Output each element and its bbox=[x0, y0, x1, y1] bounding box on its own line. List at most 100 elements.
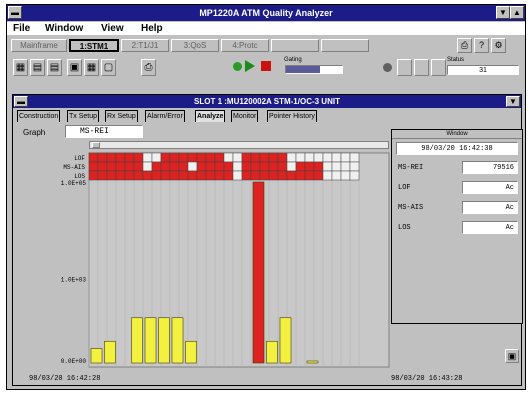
alarm-cell bbox=[115, 152, 126, 163]
alarm-cell bbox=[196, 170, 207, 181]
y-tick-label: 1.0E+05 bbox=[61, 180, 87, 187]
bar-mark bbox=[158, 317, 170, 364]
bar-mark bbox=[185, 340, 197, 364]
alarm-cell bbox=[322, 152, 333, 163]
alarm-cell bbox=[340, 152, 351, 163]
alarm-cell bbox=[178, 161, 189, 172]
menu-view[interactable]: View bbox=[101, 22, 124, 35]
menu-file[interactable]: File bbox=[13, 22, 30, 35]
window-icon[interactable]: ▢ bbox=[101, 59, 116, 76]
grid-icon[interactable]: ▦ bbox=[84, 59, 99, 76]
bar-mark bbox=[144, 317, 157, 364]
alarm-cell bbox=[169, 170, 180, 181]
document-icon[interactable]: ▤ bbox=[47, 59, 62, 76]
table-icon[interactable]: ▦ bbox=[13, 59, 28, 76]
alarm-cell bbox=[232, 161, 243, 172]
bar-mark bbox=[306, 360, 319, 364]
info-label-los: LOS bbox=[398, 224, 411, 232]
alarm-cell bbox=[187, 170, 198, 181]
alarm-cell bbox=[259, 170, 270, 181]
alarm-cell bbox=[349, 152, 360, 163]
menu-bar: File Window View Help bbox=[7, 22, 525, 35]
alarm-cell bbox=[313, 170, 324, 181]
alarm-cell bbox=[313, 152, 324, 163]
list-icon[interactable]: ▤ bbox=[30, 59, 45, 76]
info-value-lof: Ac bbox=[462, 181, 518, 194]
tab-protocol[interactable]: 4:Protc bbox=[221, 39, 269, 52]
start-icon[interactable] bbox=[245, 60, 255, 72]
alarm-cell bbox=[304, 170, 315, 181]
alarm-cell bbox=[349, 161, 360, 172]
printer-small-icon[interactable]: ⎙ bbox=[141, 59, 156, 76]
tab-mainframe[interactable]: Mainframe bbox=[11, 39, 67, 52]
gating-box: Gating bbox=[283, 57, 345, 76]
menu-help[interactable]: Help bbox=[141, 22, 163, 35]
tab-qos[interactable]: 3:QoS bbox=[171, 39, 219, 52]
mode-button-3[interactable] bbox=[431, 59, 446, 76]
bar-mark bbox=[131, 317, 143, 364]
alarm-cell bbox=[241, 152, 252, 163]
tab-stm1[interactable]: 1:STM1 bbox=[69, 39, 119, 52]
status-led-icon bbox=[233, 62, 242, 71]
alarm-cell bbox=[106, 161, 117, 172]
status-label: Status bbox=[447, 57, 465, 63]
alarm-cell bbox=[88, 170, 99, 181]
settings-icon[interactable]: ⚙ bbox=[491, 38, 506, 53]
alarm-cell bbox=[286, 152, 297, 163]
menu-window[interactable]: Window bbox=[45, 22, 83, 35]
y-tick-label: 1.0E+03 bbox=[61, 277, 87, 284]
alarm-cell bbox=[205, 161, 216, 172]
alarm-cell bbox=[304, 161, 315, 172]
alarm-cell bbox=[115, 161, 126, 172]
bar-mark bbox=[171, 317, 184, 364]
alarm-cell bbox=[349, 170, 360, 181]
alarm-cell bbox=[223, 161, 234, 172]
alarm-cell bbox=[187, 161, 198, 172]
info-panel: Window 98/03/20 16:42:38 MS-REI 79516 LO… bbox=[391, 129, 523, 324]
indicator-icon bbox=[383, 63, 392, 72]
bar-mark bbox=[104, 340, 116, 364]
toolbar: ▦ ▤ ▤ ▣ ▦ ▢ ⎙ Gating Status 31 bbox=[11, 56, 521, 80]
alarm-cell bbox=[331, 152, 342, 163]
alarm-cell bbox=[259, 152, 270, 163]
bar-mark bbox=[266, 340, 278, 364]
info-label-ms-rei: MS-REI bbox=[398, 164, 424, 172]
minimize-icon[interactable]: ▼ bbox=[496, 6, 510, 19]
alarm-cell bbox=[133, 152, 144, 163]
alarm-cell bbox=[295, 170, 306, 181]
alarm-cell bbox=[124, 161, 135, 172]
alarm-cell bbox=[187, 152, 198, 163]
printer-icon[interactable]: ⎙ bbox=[457, 38, 472, 53]
alarm-cell bbox=[223, 170, 234, 181]
mode-button-1[interactable] bbox=[397, 59, 412, 76]
maximize-icon[interactable]: ▲ bbox=[510, 6, 524, 19]
alarm-cell bbox=[259, 161, 270, 172]
info-value-los: Ac bbox=[462, 221, 518, 234]
stop-icon[interactable] bbox=[261, 61, 271, 71]
alarm-cell bbox=[88, 161, 99, 172]
tab-t1j1[interactable]: 2:T1/J1 bbox=[121, 39, 169, 52]
alarm-cell bbox=[250, 161, 261, 172]
alarm-cell bbox=[286, 170, 297, 181]
tab-empty-1[interactable] bbox=[271, 39, 319, 52]
tab-empty-2[interactable] bbox=[321, 39, 369, 52]
slot-window: SLOT 1 :MU120002A STM-1/OC-3 UNIT ▬ ▼ Co… bbox=[12, 94, 523, 386]
alarm-cell bbox=[205, 152, 216, 163]
info-label-ms-ais: MS-AIS bbox=[398, 204, 424, 212]
system-menu-icon[interactable]: ▬ bbox=[8, 6, 22, 19]
alarm-cell bbox=[160, 170, 171, 181]
alarm-cell bbox=[97, 161, 108, 172]
zoom-icon[interactable]: ▣ bbox=[505, 349, 519, 363]
info-label-lof: LOF bbox=[398, 184, 411, 192]
x-axis-start-label: 98/03/20 16:42:28 bbox=[29, 375, 101, 383]
app-window: MP1220A ATM Quality Analyzer ▬ ▼ ▲ File … bbox=[6, 4, 526, 390]
bar-mark bbox=[252, 181, 265, 364]
help-icon[interactable]: ? bbox=[474, 38, 489, 53]
alarm-cell bbox=[133, 161, 144, 172]
chart-icon[interactable]: ▣ bbox=[67, 59, 82, 76]
info-value-ms-rei: 79516 bbox=[462, 161, 518, 174]
alarm-cell bbox=[169, 152, 180, 163]
bar-mark bbox=[90, 348, 103, 364]
mode-button-2[interactable] bbox=[414, 59, 429, 76]
y-tick-label: 0.0E+00 bbox=[61, 358, 87, 365]
